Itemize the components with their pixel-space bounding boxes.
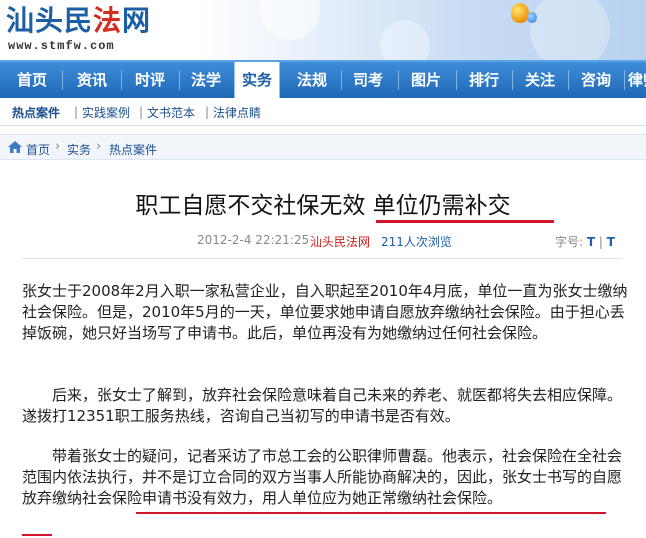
header-banner [200, 0, 646, 60]
nav-item-focus[interactable]: 关注 [518, 62, 562, 98]
article-divider [22, 258, 622, 259]
font-size-controls: 字号: T | T [555, 233, 615, 250]
title-highlight-underline [376, 220, 554, 223]
nav-item-images[interactable]: 图片 [404, 62, 448, 98]
article-source-link[interactable]: 汕头民法网 [310, 233, 370, 250]
subnav-item-templates[interactable]: 文书范本 [147, 104, 195, 121]
site-header: 汕头民法网 www.stmfw.com [0, 0, 646, 60]
article-paragraph: 张女士于2008年2月入职一家私营企业，自入职起至2010年4月底，单位一直为张… [22, 282, 628, 342]
logo-title: 汕头民法网 [6, 4, 152, 37]
breadcrumb-home[interactable]: 首页 [26, 141, 50, 158]
main-nav: 首页 资讯 时评 法学 实务 法规 司考 图片 排行 关注 咨询 律师 [0, 60, 646, 100]
breadcrumb-hot-cases[interactable]: 热点案件 [109, 141, 157, 158]
nav-item-home[interactable]: 首页 [10, 62, 54, 98]
home-icon [8, 141, 22, 153]
nav-item-practice[interactable]: 实务 [234, 62, 280, 100]
sub-nav: 热点案件 | 实践案例 | 文书范本 | 法律点睛 [0, 98, 646, 126]
nav-item-consult[interactable]: 咨询 [574, 62, 618, 98]
nav-item-ranking[interactable]: 排行 [462, 62, 506, 98]
balloon-icon [511, 3, 529, 23]
highlight-underline [22, 534, 52, 536]
subnav-item-law-highlights[interactable]: 法律点睛 [213, 104, 261, 121]
nav-item-jurisprudence[interactable]: 法学 [184, 62, 228, 98]
nav-item-news[interactable]: 资讯 [70, 62, 114, 98]
article-date: 2012-2-4 22:21:25 [197, 233, 310, 247]
logo-url: www.stmfw.com [8, 39, 115, 53]
nav-item-commentary[interactable]: 时评 [128, 62, 172, 98]
article-view-count: 211人次浏览 [381, 235, 452, 249]
article-paragraph: 后来，张女士了解到，放弃社会保险意味着自己未来的养老、就医都将失去相应保障。遂拨… [22, 386, 623, 425]
subnav-item-practice-cases[interactable]: 实践案例 [82, 104, 130, 121]
breadcrumb: 首页 › 实务 › 热点案件 [0, 134, 646, 160]
nav-item-lawyer[interactable]: 律师 [628, 62, 646, 98]
article-paragraph: 带着张女士的疑问，记者采访了市总工会的公职律师曹磊。他表示，社会保险在全社会范围… [22, 447, 623, 507]
highlight-underline [136, 512, 606, 514]
article-title: 职工自愿不交社保无效 单位仍需补交 [135, 193, 511, 219]
font-size-separator: | [598, 235, 603, 249]
font-size-label: 字号: [555, 235, 584, 249]
subnav-item-hot-cases[interactable]: 热点案件 [12, 104, 60, 121]
font-size-small-button[interactable]: T [607, 235, 615, 249]
article: 职工自愿不交社保无效 单位仍需补交 2012-2-4 22:21:25 汕头民法… [0, 160, 646, 538]
nav-item-regulations[interactable]: 法规 [290, 62, 334, 98]
nav-item-exam[interactable]: 司考 [346, 62, 390, 98]
font-size-large-button[interactable]: T [587, 235, 595, 249]
site-logo[interactable]: 汕头民法网 www.stmfw.com [6, 4, 196, 56]
balloon-icon [527, 12, 537, 23]
breadcrumb-practice[interactable]: 实务 [67, 141, 91, 158]
